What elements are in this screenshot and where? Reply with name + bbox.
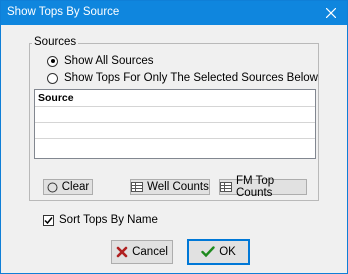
sort-tops-checkbox[interactable] — [43, 214, 54, 226]
table-row[interactable] — [35, 107, 315, 123]
dialog-window: Show Tops By Source Sources Show All Sou… — [0, 0, 348, 274]
radio-show-selected-sources[interactable]: Show Tops For Only The Selected Sources … — [47, 71, 318, 85]
table-row[interactable] — [35, 123, 315, 139]
well-counts-button[interactable]: Well Counts — [130, 179, 210, 195]
fm-top-counts-label: FM Top Counts — [236, 175, 275, 199]
table-header-source[interactable]: Source — [35, 90, 315, 107]
radio-show-selected-label: Show Tops For Only The Selected Sources … — [64, 72, 318, 84]
cancel-button-label: Cancel — [132, 246, 168, 258]
table-counts-icon — [131, 182, 144, 192]
sort-tops-checkbox-row[interactable]: Sort Tops By Name — [43, 214, 158, 226]
x-cancel-icon — [116, 246, 128, 258]
circle-icon — [47, 182, 58, 193]
radio-button-checked[interactable] — [47, 55, 58, 67]
checkmark-ok-icon — [201, 246, 215, 258]
clear-button[interactable]: Clear — [43, 179, 93, 195]
ok-button[interactable]: OK — [187, 239, 250, 265]
clear-button-label: Clear — [61, 181, 90, 193]
close-button[interactable] — [315, 1, 347, 25]
cancel-button[interactable]: Cancel — [111, 240, 173, 264]
fm-top-counts-button[interactable]: FM Top Counts — [219, 175, 307, 199]
sources-group-legend: Sources — [32, 36, 79, 48]
window-title: Show Tops By Source — [7, 6, 120, 18]
sort-tops-label: Sort Tops By Name — [59, 214, 158, 226]
radio-show-all-label: Show All Sources — [64, 55, 154, 67]
table-counts-icon — [220, 182, 232, 192]
well-counts-label: Well Counts — [147, 181, 209, 193]
checkmark-icon — [44, 216, 53, 224]
ok-button-label: OK — [219, 246, 236, 258]
close-icon — [326, 8, 336, 18]
radio-show-all-sources[interactable]: Show All Sources — [47, 54, 154, 68]
sources-table[interactable]: Source — [34, 89, 316, 159]
radio-button-unchecked[interactable] — [47, 72, 58, 84]
title-bar: Show Tops By Source — [1, 1, 347, 25]
